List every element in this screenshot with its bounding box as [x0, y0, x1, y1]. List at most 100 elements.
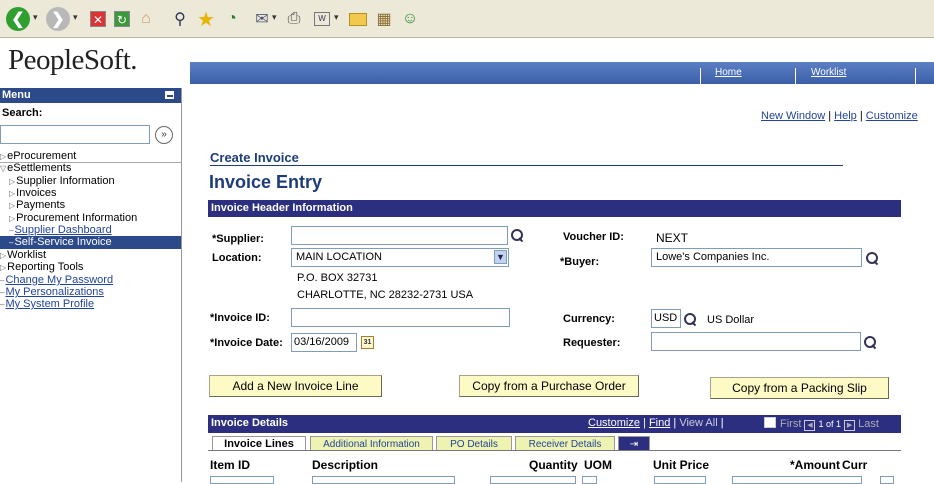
folder-icon[interactable]	[346, 7, 370, 31]
download-grid-icon[interactable]	[764, 417, 776, 428]
invoice-date-label: *Invoice Date:	[210, 337, 283, 349]
refresh-icon[interactable]: ↻	[110, 7, 134, 31]
messenger-icon[interactable]: ☺	[398, 7, 422, 31]
search-go-icon[interactable]: »	[155, 126, 173, 144]
pager-last[interactable]: Last	[858, 418, 879, 430]
sidebar-item-label: Invoices	[16, 187, 57, 199]
pager-first[interactable]: First	[780, 418, 801, 430]
nav-worklist-link[interactable]: Worklist	[811, 67, 846, 78]
grid-view-all-link[interactable]: View All	[679, 417, 717, 429]
sidebar-item-label: Self-Service Invoice	[14, 236, 112, 248]
link-separator: |	[859, 110, 863, 122]
unit-price-input[interactable]	[654, 476, 706, 484]
requester-input[interactable]	[651, 332, 861, 351]
supplier-lookup-icon[interactable]	[511, 229, 523, 241]
expand-arrow-icon: ▷	[0, 251, 7, 260]
grid-customize-link[interactable]: Customize	[588, 417, 640, 429]
sidebar-item[interactable]: –My System Profile	[0, 298, 181, 311]
sidebar-item-label: Payments	[16, 199, 66, 211]
previous-arrow-icon[interactable]: ◀	[804, 420, 816, 431]
mail-icon[interactable]: ✉	[250, 7, 274, 31]
grid-separator: |	[720, 417, 724, 429]
grid-controls: Customize | Find | View All |	[588, 417, 724, 429]
history-icon[interactable]: ◔	[220, 7, 244, 31]
quantity-input[interactable]	[490, 476, 576, 484]
tab-po-details[interactable]: PO Details	[436, 436, 512, 451]
sidebar-divider	[181, 88, 182, 482]
location-label: Location:	[212, 252, 262, 264]
invoice-id-input[interactable]	[291, 308, 510, 327]
column-quantity: Quantity	[529, 458, 578, 472]
amount-input[interactable]	[732, 476, 862, 484]
voucher-id-label: Voucher ID:	[563, 231, 624, 243]
research-icon[interactable]: ▦	[372, 7, 396, 31]
sidebar-item-label: My Personalizations	[5, 286, 104, 298]
home-icon[interactable]: ⌂	[134, 7, 158, 31]
edit-icon[interactable]: W	[310, 7, 334, 31]
bullet-dash-icon: –	[0, 288, 5, 297]
favorites-icon[interactable]: ★	[194, 7, 218, 31]
expand-arrow-icon: ▷	[9, 189, 16, 198]
sidebar-item[interactable]: –Self-Service Invoice	[0, 236, 181, 249]
sidebar-item[interactable]: ▽eSettlements	[0, 162, 181, 175]
tab-additional-information[interactable]: Additional Information	[310, 436, 433, 451]
print-icon[interactable]: ⎙	[282, 7, 306, 31]
stop-icon[interactable]: ✕	[86, 7, 110, 31]
show-all-columns-icon[interactable]: ⇥	[618, 436, 650, 451]
location-select[interactable]: MAIN LOCATION	[291, 248, 509, 267]
expand-arrow-icon: ▽	[0, 164, 7, 173]
bullet-dash-icon: –	[9, 238, 14, 247]
buyer-lookup-icon[interactable]	[866, 252, 878, 264]
menu-header: Menu	[0, 88, 181, 103]
currency-input[interactable]: USD	[651, 309, 681, 328]
forward-icon[interactable]: ❯	[46, 7, 70, 31]
expand-arrow-icon: ▷	[0, 152, 7, 161]
forward-dropdown-icon[interactable]: ▾	[73, 12, 78, 23]
column-amount: *Amount	[790, 458, 840, 472]
requester-lookup-icon[interactable]	[864, 336, 876, 348]
currency-cell-input[interactable]	[880, 476, 894, 484]
calendar-icon[interactable]: 31	[361, 336, 374, 349]
nav-home-link[interactable]: Home	[715, 67, 742, 78]
expand-arrow-icon: ▷	[0, 263, 7, 272]
currency-lookup-icon[interactable]	[684, 313, 696, 325]
address-line-1: P.O. BOX 32731	[297, 272, 378, 284]
description-input[interactable]	[312, 476, 455, 484]
uom-input[interactable]	[582, 476, 597, 484]
sidebar-item-label: Reporting Tools	[7, 261, 84, 273]
menu-search-input[interactable]	[0, 125, 150, 144]
tab-underline	[208, 450, 901, 451]
help-link[interactable]: Help	[834, 110, 857, 122]
tab-invoice-lines[interactable]: Invoice Lines	[212, 436, 306, 451]
sidebar-item[interactable]: ▷Reporting Tools	[0, 261, 181, 274]
grid-find-link[interactable]: Find	[649, 417, 670, 429]
mail-dropdown-icon[interactable]: ▾	[272, 12, 277, 23]
copy-from-po-button[interactable]: Copy from a Purchase Order	[459, 375, 639, 397]
customize-link[interactable]: Customize	[866, 110, 918, 122]
link-separator: |	[828, 110, 832, 122]
back-dropdown-icon[interactable]: ▾	[33, 12, 38, 23]
bullet-dash-icon: –	[9, 226, 14, 235]
nav-separator	[915, 68, 916, 84]
search-icon[interactable]: ⚲	[168, 7, 192, 31]
browser-toolbar: ❮ ▾ ❯ ▾ ✕ ↻ ⌂ ⚲ ★ ◔ ✉ ▾ ⎙ W ▾ ▦ ☺	[0, 0, 934, 38]
expand-arrow-icon: ▷	[9, 177, 16, 186]
location-dropdown-icon[interactable]: ▼	[494, 250, 507, 264]
invoice-date-input[interactable]: 03/16/2009	[291, 333, 357, 352]
menu-divider	[0, 162, 181, 163]
title-rule	[210, 165, 843, 166]
item-id-input[interactable]	[210, 476, 274, 484]
back-icon[interactable]: ❮	[6, 7, 30, 31]
edit-dropdown-icon[interactable]: ▾	[334, 12, 339, 23]
collapse-menu-icon[interactable]	[164, 90, 175, 100]
sidebar-item-label: eProcurement	[7, 150, 77, 162]
new-window-link[interactable]: New Window	[761, 110, 825, 122]
copy-from-packing-slip-button[interactable]: Copy from a Packing Slip	[710, 377, 889, 399]
add-invoice-line-button[interactable]: Add a New Invoice Line	[209, 375, 382, 397]
supplier-input[interactable]	[291, 226, 508, 245]
next-arrow-icon[interactable]: ▶	[844, 420, 856, 431]
tab-receiver-details[interactable]: Receiver Details	[515, 436, 615, 451]
expand-arrow-icon: ▷	[9, 214, 16, 223]
buyer-input[interactable]: Lowe's Companies Inc.	[651, 248, 862, 267]
sidebar-item[interactable]: ▷Payments	[0, 199, 181, 212]
